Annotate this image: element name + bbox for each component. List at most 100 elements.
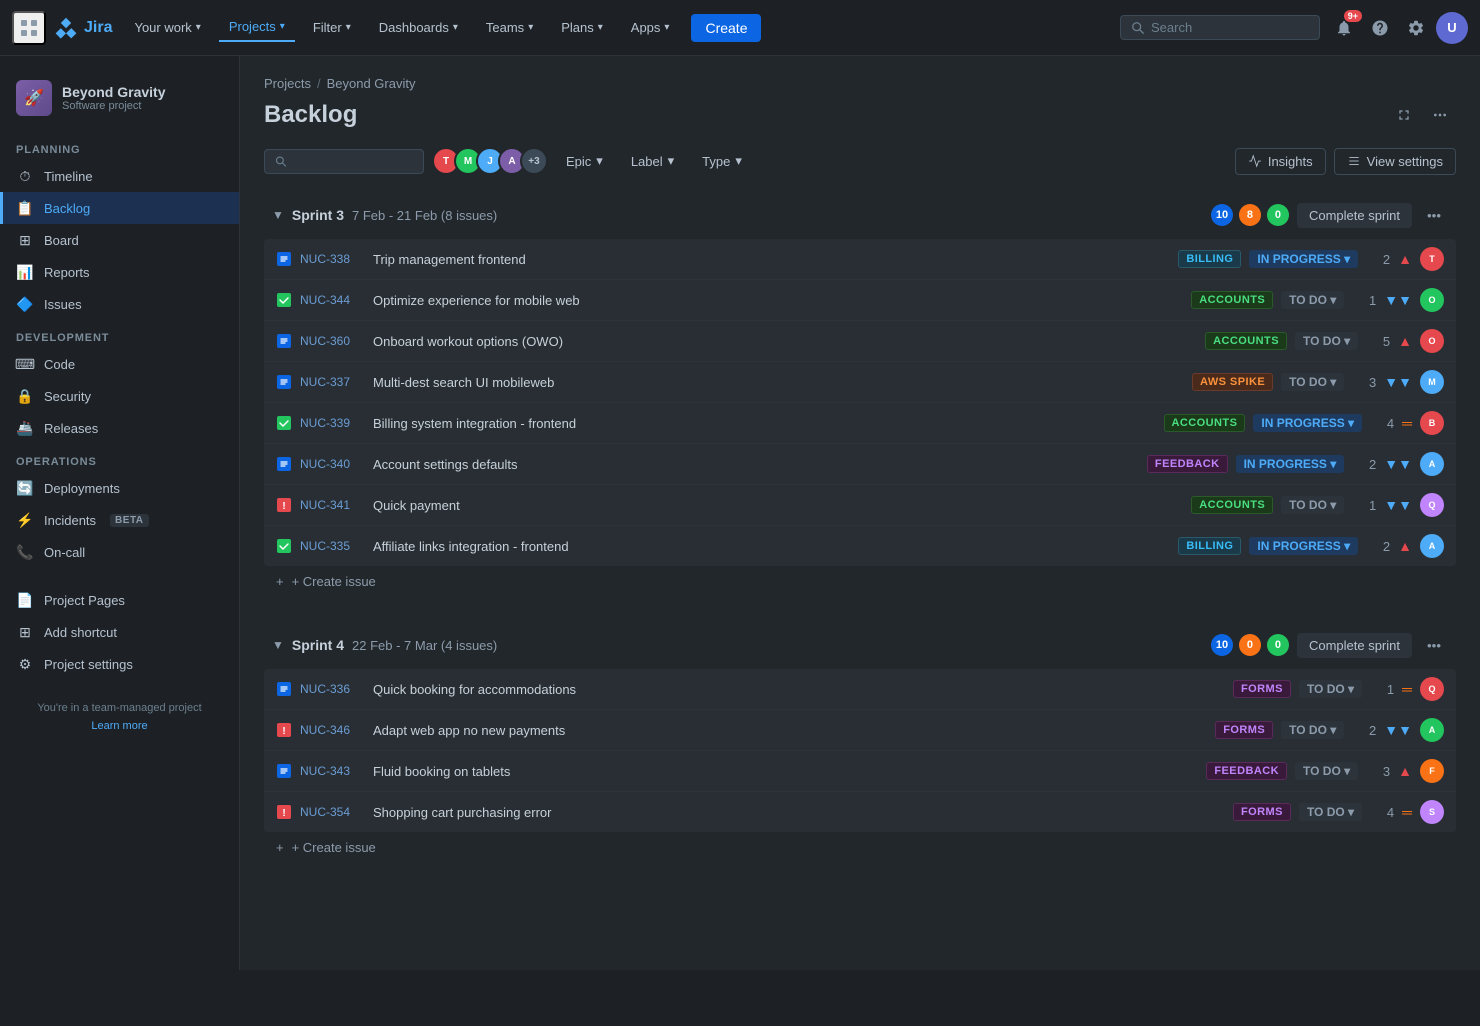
table-row[interactable]: NUC-344 Optimize experience for mobile w… — [264, 280, 1456, 321]
sidebar-item-deployments[interactable]: 🔄 Deployments — [0, 472, 239, 504]
table-row[interactable]: NUC-340 Account settings defaults FEEDBA… — [264, 444, 1456, 485]
insights-button[interactable]: Insights — [1235, 148, 1326, 175]
nav-filter[interactable]: Filter ▾ — [303, 14, 361, 41]
view-settings-button[interactable]: View settings — [1334, 148, 1456, 175]
issue-priority[interactable]: ═ — [1402, 804, 1412, 820]
sidebar-item-incidents[interactable]: ⚡ Incidents BETA — [0, 504, 239, 536]
issue-avatar[interactable]: T — [1420, 247, 1444, 271]
issue-label[interactable]: FORMS — [1215, 721, 1273, 739]
issue-priority[interactable]: ▼▼ — [1384, 374, 1412, 390]
table-row[interactable]: NUC-335 Affiliate links integration - fr… — [264, 526, 1456, 566]
issue-status[interactable]: IN PROGRESS ▾ — [1249, 537, 1358, 555]
sidebar-item-project-settings[interactable]: ⚙ Project settings — [0, 648, 239, 680]
search-input[interactable] — [1151, 20, 1291, 35]
issue-priority[interactable]: ▼▼ — [1384, 722, 1412, 738]
sidebar-item-backlog[interactable]: 📋 Backlog — [0, 192, 239, 224]
sidebar-item-add-shortcut[interactable]: ⊞ Add shortcut — [0, 616, 239, 648]
issue-avatar[interactable]: A — [1420, 452, 1444, 476]
issue-key[interactable]: NUC-344 — [300, 293, 365, 307]
issue-status[interactable]: TO DO ▾ — [1281, 496, 1344, 514]
filter-search[interactable] — [264, 149, 424, 174]
issue-priority[interactable]: ═ — [1402, 415, 1412, 431]
jira-logo[interactable]: Jira — [54, 16, 112, 40]
issue-priority[interactable]: ▲ — [1398, 763, 1412, 779]
issue-key[interactable]: NUC-338 — [300, 252, 365, 266]
issue-status[interactable]: IN PROGRESS ▾ — [1236, 455, 1345, 473]
issue-priority[interactable]: ▼▼ — [1384, 497, 1412, 513]
create-button[interactable]: Create — [691, 14, 761, 42]
issue-label[interactable]: ACCOUNTS — [1191, 496, 1273, 514]
issue-key[interactable]: NUC-354 — [300, 805, 365, 819]
issue-label[interactable]: ACCOUNTS — [1205, 332, 1287, 350]
issue-key[interactable]: NUC-343 — [300, 764, 365, 778]
issue-key[interactable]: NUC-346 — [300, 723, 365, 737]
sprint-3-collapse-icon[interactable]: ▼ — [272, 208, 284, 222]
issue-status[interactable]: TO DO ▾ — [1299, 803, 1362, 821]
nav-plans[interactable]: Plans ▾ — [551, 14, 613, 41]
issue-status[interactable]: TO DO ▾ — [1281, 291, 1344, 309]
table-row[interactable]: ! NUC-341 Quick payment ACCOUNTS TO DO ▾… — [264, 485, 1456, 526]
issue-avatar[interactable]: A — [1420, 534, 1444, 558]
issue-avatar[interactable]: F — [1420, 759, 1444, 783]
sprint-3-more-button[interactable]: ••• — [1420, 201, 1448, 229]
issue-priority[interactable]: ▼▼ — [1384, 456, 1412, 472]
sidebar-item-oncall[interactable]: 📞 On-call — [0, 536, 239, 568]
sidebar-item-timeline[interactable]: ⏱ Timeline — [0, 160, 239, 192]
issue-status[interactable]: TO DO ▾ — [1281, 721, 1344, 739]
issue-label[interactable]: BILLING — [1178, 250, 1241, 268]
issue-status[interactable]: TO DO ▾ — [1295, 762, 1358, 780]
table-row[interactable]: NUC-339 Billing system integration - fro… — [264, 403, 1456, 444]
issue-status[interactable]: TO DO ▾ — [1295, 332, 1358, 350]
issue-status[interactable]: IN PROGRESS ▾ — [1249, 250, 1358, 268]
sprint-4-header[interactable]: ▼ Sprint 4 22 Feb - 7 Mar (4 issues) 10 … — [264, 621, 1456, 669]
issue-priority[interactable]: ═ — [1402, 681, 1412, 697]
sprint-4-collapse-icon[interactable]: ▼ — [272, 638, 284, 652]
issue-priority[interactable]: ▲ — [1398, 333, 1412, 349]
issue-label[interactable]: FORMS — [1233, 803, 1291, 821]
nav-your-work[interactable]: Your work ▾ — [124, 14, 210, 41]
label-filter[interactable]: Label ▾ — [621, 148, 684, 174]
nav-dashboards[interactable]: Dashboards ▾ — [369, 14, 468, 41]
issue-avatar[interactable]: B — [1420, 411, 1444, 435]
sprint-3-create-issue[interactable]: + + Create issue — [264, 566, 1456, 597]
sidebar-item-releases[interactable]: 🚢 Releases — [0, 412, 239, 444]
sprint-4-complete-button[interactable]: Complete sprint — [1297, 633, 1412, 658]
issue-key[interactable]: NUC-339 — [300, 416, 365, 430]
issue-status[interactable]: IN PROGRESS ▾ — [1253, 414, 1362, 432]
assignee-filter[interactable]: T M J A +3 — [432, 147, 548, 175]
learn-more-link[interactable]: Learn more — [91, 720, 147, 732]
issue-avatar[interactable]: A — [1420, 718, 1444, 742]
expand-button[interactable] — [1388, 99, 1420, 131]
avatar-more[interactable]: +3 — [520, 147, 548, 175]
settings-button[interactable] — [1400, 12, 1432, 44]
sidebar-item-security[interactable]: 🔒 Security — [0, 380, 239, 412]
help-button[interactable] — [1364, 12, 1396, 44]
issue-key[interactable]: NUC-340 — [300, 457, 365, 471]
issue-key[interactable]: NUC-360 — [300, 334, 365, 348]
issue-avatar[interactable]: O — [1420, 288, 1444, 312]
nav-teams[interactable]: Teams ▾ — [476, 14, 543, 41]
issue-key[interactable]: NUC-335 — [300, 539, 365, 553]
type-filter[interactable]: Type ▾ — [692, 148, 752, 174]
sidebar-item-project-pages[interactable]: 📄 Project Pages — [0, 584, 239, 616]
notifications-button[interactable]: 9+ — [1328, 12, 1360, 44]
issue-key[interactable]: NUC-337 — [300, 375, 365, 389]
nav-projects[interactable]: Projects ▾ — [219, 13, 295, 42]
issue-key[interactable]: NUC-336 — [300, 682, 365, 696]
table-row[interactable]: NUC-336 Quick booking for accommodations… — [264, 669, 1456, 710]
sprint-3-header[interactable]: ▼ Sprint 3 7 Feb - 21 Feb (8 issues) 10 … — [264, 191, 1456, 239]
issue-avatar[interactable]: M — [1420, 370, 1444, 394]
issue-priority[interactable]: ▼▼ — [1384, 292, 1412, 308]
issue-label[interactable]: FORMS — [1233, 680, 1291, 698]
breadcrumb-projects[interactable]: Projects — [264, 76, 311, 91]
issue-avatar[interactable]: Q — [1420, 677, 1444, 701]
sprint-3-complete-button[interactable]: Complete sprint — [1297, 203, 1412, 228]
sprint-4-more-button[interactable]: ••• — [1420, 631, 1448, 659]
issue-label[interactable]: ACCOUNTS — [1164, 414, 1246, 432]
table-row[interactable]: ! NUC-354 Shopping cart purchasing error… — [264, 792, 1456, 832]
search-bar[interactable] — [1120, 15, 1320, 40]
sprint-4-create-issue[interactable]: + + Create issue — [264, 832, 1456, 863]
backlog-search-input[interactable] — [293, 154, 413, 169]
issue-status[interactable]: TO DO ▾ — [1299, 680, 1362, 698]
issue-avatar[interactable]: Q — [1420, 493, 1444, 517]
